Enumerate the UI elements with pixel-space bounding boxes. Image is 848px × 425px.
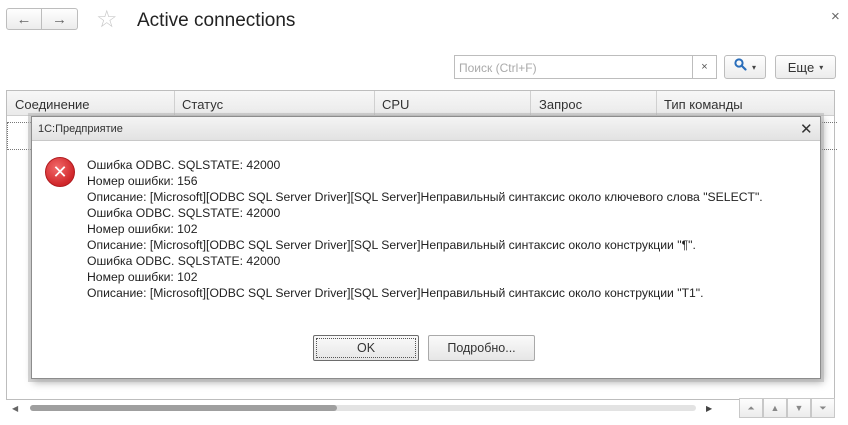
column-divider: [374, 91, 375, 115]
column-header-cpu[interactable]: CPU: [382, 97, 409, 112]
more-label: Еще: [787, 59, 815, 75]
search-input[interactable]: Поиск (Ctrl+F): [454, 55, 693, 79]
error-message-line: Описание: [Microsoft][ODBC SQL Server Dr…: [87, 238, 696, 252]
go-prev-button[interactable]: ▲: [763, 398, 787, 418]
scroll-left-icon[interactable]: ◀: [12, 404, 18, 413]
column-header-query[interactable]: Запрос: [539, 97, 582, 112]
table-header: Соединение Статус CPU Запрос Тип команды: [7, 91, 834, 116]
ok-button[interactable]: OK: [313, 335, 419, 361]
page-title: Active connections: [137, 10, 296, 31]
column-divider: [530, 91, 531, 115]
column-header-status[interactable]: Статус: [182, 97, 223, 112]
go-prev-icon: ▲: [770, 403, 780, 413]
scroll-right-icon[interactable]: ▶: [706, 404, 712, 413]
more-button[interactable]: Еще ▾: [775, 55, 836, 79]
dialog-body: ✕ Ошибка ODBC. SQLSTATE: 42000 Номер оши…: [32, 141, 820, 378]
error-cross-glyph: ✕: [52, 161, 68, 182]
column-divider: [656, 91, 657, 115]
error-icon: ✕: [45, 157, 75, 187]
go-next-icon: ▼: [794, 403, 804, 413]
close-icon[interactable]: ×: [831, 8, 840, 25]
go-last-icon: ⏷: [819, 402, 827, 413]
error-message-line: Ошибка ODBC. SQLSTATE: 42000: [87, 254, 281, 268]
chevron-down-icon: ▾: [751, 62, 756, 72]
error-message-line: Описание: [Microsoft][ODBC SQL Server Dr…: [87, 190, 763, 204]
error-message-line: Номер ошибки: 156: [87, 174, 198, 188]
details-label: Подробно...: [447, 341, 516, 355]
star-icon[interactable]: ☆: [96, 8, 118, 32]
column-divider: [174, 91, 175, 115]
error-message-line: Описание: [Microsoft][ODBC SQL Server Dr…: [87, 286, 704, 300]
go-next-button[interactable]: ▼: [787, 398, 811, 418]
nav-buttons: ← →: [6, 8, 80, 32]
go-first-button[interactable]: ⏶: [739, 398, 763, 418]
search-clear-button[interactable]: ×: [693, 55, 717, 79]
go-last-button[interactable]: ⏷: [811, 398, 835, 418]
dialog-title-bar[interactable]: 1С:Предприятие ✕: [32, 117, 820, 141]
go-first-icon: ⏶: [747, 402, 755, 413]
column-header-command-type[interactable]: Тип команды: [664, 97, 743, 112]
chevron-down-icon: ▾: [819, 62, 824, 72]
error-message-line: Ошибка ODBC. SQLSTATE: 42000: [87, 158, 281, 172]
dialog-title: 1С:Предприятие: [38, 123, 123, 135]
search-button[interactable]: ▾: [724, 55, 766, 79]
error-message-line: Номер ошибки: 102: [87, 270, 198, 284]
column-header-connection[interactable]: Соединение: [15, 97, 90, 112]
close-icon[interactable]: ✕: [800, 120, 813, 138]
ok-label: OK: [356, 341, 376, 355]
forward-arrow-icon: →: [52, 10, 67, 28]
back-button[interactable]: ←: [6, 8, 42, 30]
details-button[interactable]: Подробно...: [428, 335, 535, 361]
scrollbar-thumb[interactable]: [30, 405, 337, 411]
error-message-line: Номер ошибки: 102: [87, 222, 198, 236]
error-message-line: Ошибка ODBC. SQLSTATE: 42000: [87, 206, 281, 220]
search-icon: [734, 58, 747, 76]
forward-button[interactable]: →: [42, 8, 78, 30]
error-dialog: 1С:Предприятие ✕ ✕ Ошибка ODBC. SQLSTATE…: [31, 116, 821, 379]
back-arrow-icon: ←: [16, 10, 32, 28]
